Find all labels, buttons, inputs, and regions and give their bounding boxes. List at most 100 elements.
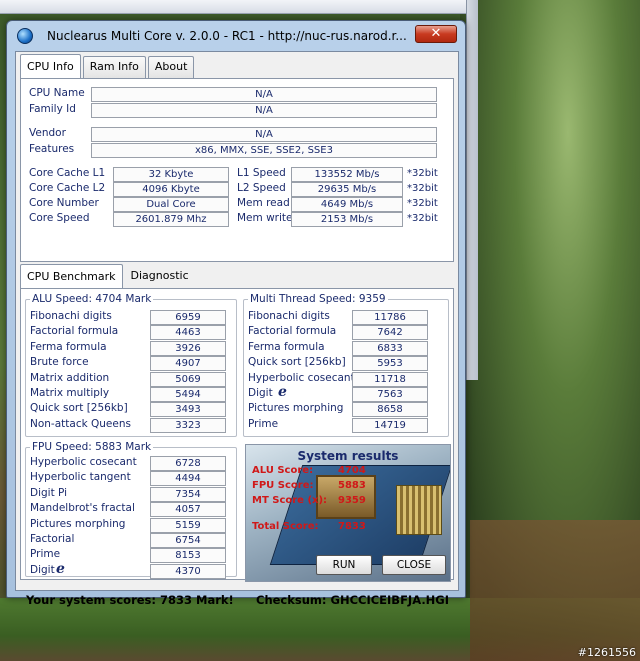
alu-row-value: 6959 [150,310,226,325]
alu-row: Quick sort [256kb] 3493 [30,402,240,418]
alu-row-label: Non-attack Queens [30,417,131,430]
fpu-row-value: 5159 [150,517,226,533]
fpu-row-label: Pictures morphing [30,517,126,530]
alu-row-value: 3323 [150,417,226,433]
fpu-row-label: Prime [30,548,61,561]
fpu-row: Factorial 6754 [30,533,240,548]
cpu-name-value: N/A [91,87,437,102]
alu-row: Matrix addition 5069 [30,371,240,387]
alu-row-label: Matrix multiply [30,387,110,399]
mt-row: Quick sort [256kb] 5953 [248,356,452,372]
l1-speed-label: L1 Speed [237,167,286,179]
total-score-value: 7833 [338,521,366,532]
status-checksum: Checksum: GHCCICEIBFJA.HGI [256,593,450,607]
mt-row-value: 14719 [352,417,428,433]
fpu-row-label: Hyperbolic cosecant [30,456,137,468]
mt-row-value: 7563 [352,387,428,402]
benchmark-panel: ALU Speed: 4704 Mark Fibonachi digits 695… [20,288,454,582]
alu-row: Fibonachi digits 6959 [30,310,240,325]
fpu-row: Digit Pi 7354 [30,486,240,502]
tab-cpu-benchmark[interactable]: CPU Benchmark [20,264,123,288]
features-label: Features [29,143,75,155]
core-speed-label: Core Speed [29,212,90,224]
alu-row-label: Brute force [30,356,89,369]
mt-row: Pictures morphing 8658 [248,402,452,418]
tab-diagnostic[interactable]: Diagnostic [125,266,195,288]
mt-row-label: Ferma formula [248,340,325,353]
mt-row: Ferma formula 6833 [248,340,452,356]
alu-row-label: Quick sort [256kb] [30,402,128,415]
fpu-row-value: 4370 [150,563,226,579]
vendor-label: Vendor [29,127,66,139]
alu-row: Brute force 4907 [30,356,240,372]
family-id-label: Family Id [29,103,76,115]
mt-score-line: MT Score (x): 9359 [252,495,366,506]
l2-speed-value: 29635 Mb/s [291,182,403,197]
watermark: #1261556 [577,646,636,659]
alu-row-value: 5069 [150,371,226,387]
fpu-row: Digit e 4370 [30,560,240,579]
features-value: x86, MMX, SSE, SSE2, SSE3 [91,143,437,158]
tab-cpu-info[interactable]: CPU Info [20,54,81,78]
fpu-group: FPU Speed: 5883 Mark Hyperbolic cosecant… [25,441,240,579]
alu-title: ALU Speed: 4704 Mark [30,293,154,305]
core-number-label: Core Number [29,197,99,209]
euler-e-icon: e [278,384,287,400]
mt-row-value: 11786 [352,310,428,325]
mt-row-label: Fibonachi digits [248,310,330,322]
mt-row-label: Factorial formula [248,325,337,338]
mt-row: Factorial formula 7642 [248,325,452,341]
background-window-edge [466,0,478,380]
cache-l2-value: 4096 Kbyte [113,182,229,197]
family-id-value: N/A [91,103,437,118]
cpu-name-label: CPU Name [29,87,85,99]
alu-row-label: Fibonachi digits [30,310,112,322]
mem-write-value: 2153 Mb/s [291,212,403,227]
mt-row-label: Digit [248,387,273,399]
alu-row-label: Matrix addition [30,371,110,384]
forest-path [470,520,640,661]
status-scores: Your system scores: 7833 Mark! [26,593,234,607]
cache-l1-value: 32 Kbyte [113,167,229,182]
l1-speed-suffix: *32bit [407,168,438,179]
l1-speed-value: 133552 Mb/s [291,167,403,182]
core-speed-value: 2601.879 Mhz [113,212,229,227]
mt-row-value: 5953 [352,356,428,372]
results-title: System results [297,449,399,463]
alu-row-value: 3926 [150,340,226,356]
mt-group: Multi Thread Speed: 9359 Fibonachi digit… [243,293,452,437]
title-bar[interactable]: Nuclearus Multi Core v. 2.0.0 - RC1 - ht… [7,21,465,51]
fpu-score-value: 5883 [338,480,366,491]
total-score-line: Total Score: 7833 [252,521,366,532]
alu-row: Non-attack Queens 3323 [30,417,240,433]
total-score-label: Total Score: [252,521,319,532]
fpu-score-line: FPU Score: 5883 [252,480,366,491]
fpu-row: Hyperbolic cosecant 6728 [30,456,240,471]
alu-row-value: 5494 [150,387,226,402]
alu-row-value: 4463 [150,325,226,341]
fpu-row-value: 7354 [150,486,226,502]
euler-e-icon: e [56,560,65,577]
app-icon [17,28,33,44]
tab-about[interactable]: About [147,56,195,78]
run-button[interactable]: RUN [316,555,372,575]
tab-ram-info[interactable]: Ram Info [82,56,146,78]
cache-l1-label: Core Cache L1 [29,167,106,179]
fpu-row-value: 4494 [150,471,226,487]
alu-group: ALU Speed: 4704 Mark Fibonachi digits 695… [25,293,240,437]
mt-row-label: Quick sort [256kb] [248,356,346,369]
cache-l2-label: Core Cache L2 [29,182,106,194]
mt-row: Prime 14719 [248,417,452,433]
mt-row-label: Hyperbolic cosecant [248,371,355,384]
close-button[interactable]: CLOSE [382,555,446,575]
nuclearus-window: Nuclearus Multi Core v. 2.0.0 - RC1 - ht… [6,20,466,607]
info-tabs: CPU Info Ram Info About [20,54,196,78]
fpu-score-label: FPU Score: [252,480,314,491]
mt-row: Fibonachi digits 11786 [248,310,452,325]
window-close-button[interactable]: ✕ [415,25,457,43]
system-results-panel: System results ALU Score: 4704 FPU Score… [245,444,451,582]
mem-write-label: Mem write [237,212,293,224]
mt-row-value: 7642 [352,325,428,341]
fpu-row-label: Digit Pi [30,486,68,499]
window-title: Nuclearus Multi Core v. 2.0.0 - RC1 - ht… [47,29,407,43]
